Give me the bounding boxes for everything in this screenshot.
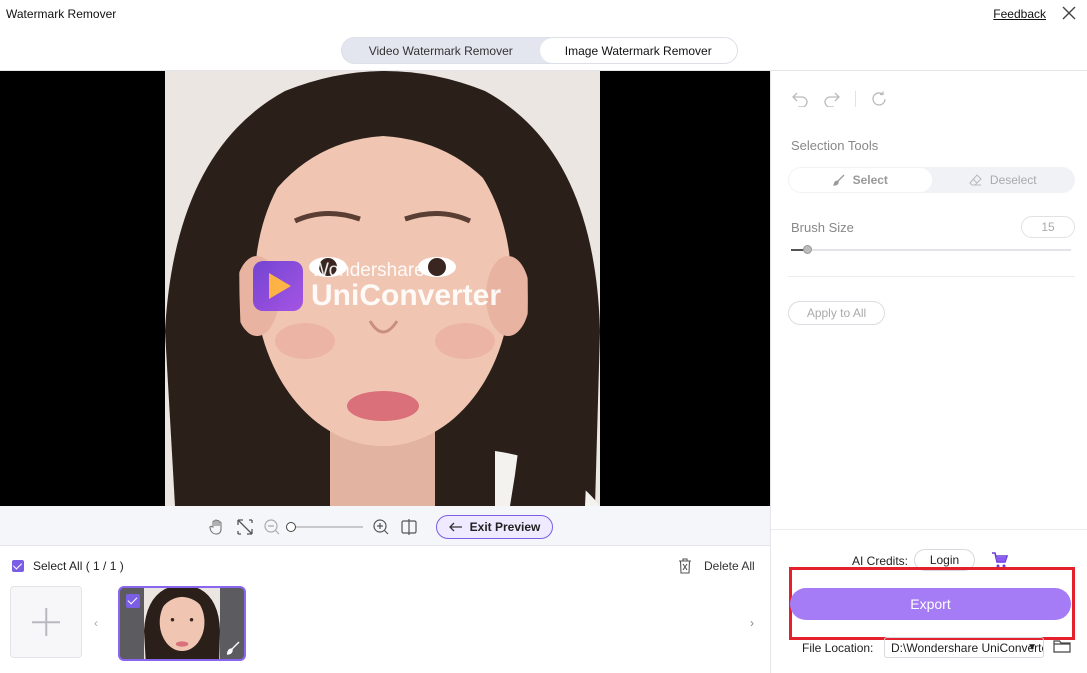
panel-divider xyxy=(788,276,1075,277)
preview-image: Wondershare UniConverter xyxy=(165,71,600,506)
add-file-button[interactable] xyxy=(10,586,82,658)
zoom-toolbar xyxy=(0,506,770,546)
uniconverter-logo-icon xyxy=(253,261,303,311)
checkbox-checked-icon xyxy=(12,560,24,572)
chevron-down-icon: ▼ xyxy=(1027,642,1037,653)
file-location-label: File Location: xyxy=(802,641,874,655)
strip-scroll-right-icon[interactable]: › xyxy=(750,616,754,630)
selection-tools-label: Selection Tools xyxy=(791,138,879,153)
redo-icon[interactable] xyxy=(823,91,841,107)
select-tool-button[interactable]: Select xyxy=(789,168,932,192)
compare-icon[interactable] xyxy=(400,518,418,536)
deselect-tool-button[interactable]: Deselect xyxy=(932,168,1075,192)
watermark-overlay: Wondershare UniConverter xyxy=(253,261,501,311)
zoom-slider-track[interactable] xyxy=(290,526,363,528)
feedback-link[interactable]: Feedback xyxy=(993,7,1046,21)
panel-bottom-divider xyxy=(771,529,1087,530)
thumbnail-checkbox[interactable] xyxy=(126,594,140,608)
selection-tools-toggle: Select Deselect xyxy=(788,167,1075,193)
brush-size-slider[interactable] xyxy=(791,249,1071,251)
delete-all-label: Delete All xyxy=(704,559,755,573)
exit-preview-button[interactable]: Exit Preview xyxy=(436,515,553,539)
eraser-icon xyxy=(969,174,982,186)
tab-image-watermark-remover[interactable]: Image Watermark Remover xyxy=(539,38,737,63)
image-thumbnail[interactable] xyxy=(118,586,246,661)
ai-credits-label: AI Credits: xyxy=(852,554,909,568)
file-location-select[interactable]: D:\Wondershare UniConverter ▼ xyxy=(884,637,1044,658)
image-canvas[interactable]: Wondershare UniConverter xyxy=(0,71,770,506)
apply-to-all-button[interactable]: Apply to All xyxy=(788,301,885,325)
trash-icon xyxy=(679,558,691,574)
brush-icon xyxy=(226,641,240,655)
watermark-text-line1: Wondershare xyxy=(311,260,425,281)
exit-preview-label: Exit Preview xyxy=(469,520,541,534)
fit-screen-icon[interactable] xyxy=(236,518,254,536)
file-strip: Select All ( 1 / 1 ) Delete All ‹ › xyxy=(0,546,770,673)
hand-icon[interactable] xyxy=(208,518,226,536)
select-all-label: Select All ( 1 / 1 ) xyxy=(33,559,124,573)
strip-scroll-left-icon[interactable]: ‹ xyxy=(94,616,98,630)
history-separator xyxy=(855,91,856,107)
tools-panel: Selection Tools Select Deselect Brush Si… xyxy=(770,71,1087,673)
folder-icon[interactable] xyxy=(1053,638,1071,654)
app-title: Watermark Remover xyxy=(6,7,117,21)
brush-size-slider-handle[interactable] xyxy=(803,245,812,254)
history-controls xyxy=(791,90,902,108)
file-location-value: D:\Wondershare UniConverter xyxy=(891,640,1044,655)
close-icon[interactable] xyxy=(1061,5,1077,21)
brush-size-label: Brush Size xyxy=(791,220,854,235)
select-tool-label: Select xyxy=(852,173,888,187)
arrow-left-icon xyxy=(448,522,462,532)
zoom-in-icon[interactable] xyxy=(372,518,390,536)
mode-tabs: Video Watermark Remover Image Watermark … xyxy=(341,37,738,64)
tab-video-watermark-remover[interactable]: Video Watermark Remover xyxy=(342,38,540,63)
brush-icon xyxy=(832,174,845,186)
thumbnail-image xyxy=(144,588,220,659)
select-all-checkbox[interactable]: Select All ( 1 / 1 ) xyxy=(12,559,124,573)
watermark-text-line2: UniConverter xyxy=(311,279,502,312)
reset-icon[interactable] xyxy=(870,90,888,108)
zoom-out-icon[interactable] xyxy=(263,518,281,536)
export-button[interactable]: Export xyxy=(790,588,1071,620)
delete-all-button[interactable]: Delete All xyxy=(678,558,755,574)
deselect-tool-label: Deselect xyxy=(989,173,1037,187)
undo-icon[interactable] xyxy=(791,91,809,107)
zoom-slider-handle[interactable] xyxy=(286,522,296,532)
title-bar: Watermark Remover Feedback xyxy=(0,0,1087,30)
brush-size-input[interactable]: 15 xyxy=(1021,216,1075,238)
